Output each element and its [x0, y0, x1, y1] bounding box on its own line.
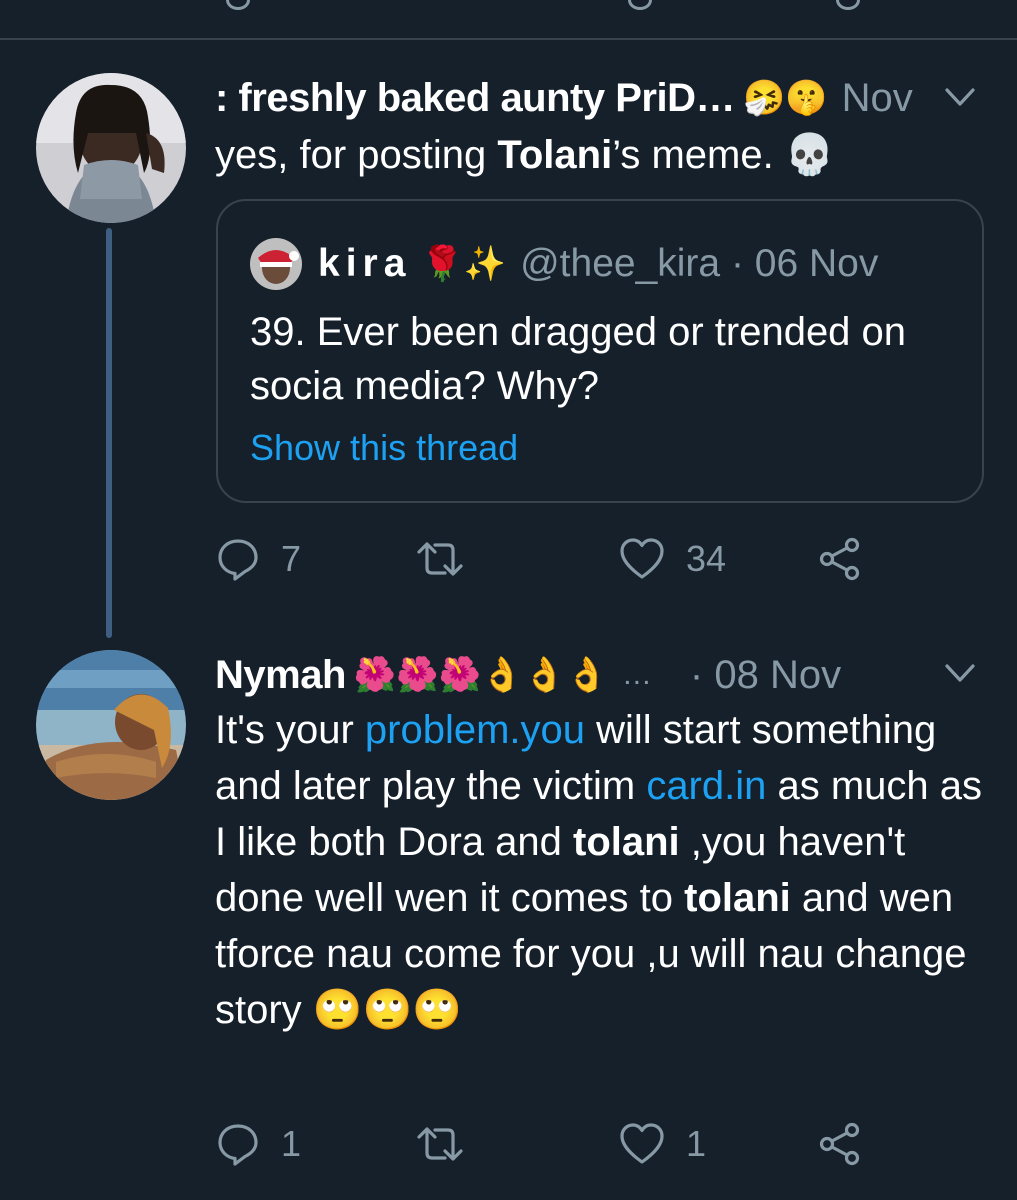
previous-tweet-actions — [0, 0, 1017, 38]
quoted-avatar — [250, 238, 302, 290]
like-button[interactable]: 34 — [618, 531, 726, 587]
like-button[interactable]: 1 — [618, 1116, 706, 1172]
retweet-button[interactable] — [413, 531, 487, 587]
text-bold-name: Tolani — [497, 133, 613, 177]
name-emojis: 🤧🤫 — [742, 79, 828, 117]
like-count: 34 — [686, 538, 727, 579]
name-emojis: 🌺🌺🌺👌👌👌 — [353, 656, 608, 694]
display-name[interactable]: : freshly baked aunty PriD… — [215, 76, 735, 121]
text-segment: yes, for posting — [215, 133, 498, 177]
avatar[interactable] — [36, 73, 186, 223]
share-icon[interactable] — [836, 0, 860, 10]
tweet-date[interactable]: · 08 Nov — [690, 653, 841, 698]
avatar[interactable] — [36, 650, 186, 800]
text-segment: ’s meme. 💀 — [612, 133, 835, 177]
tweet-text: It's your problem.you will start somethi… — [215, 702, 985, 1038]
quoted-tweet-header: kira 🌹✨ @thee_kira · 06 Nov — [250, 238, 878, 290]
tweet-divider — [0, 38, 1017, 40]
reply-button[interactable]: 7 — [215, 531, 301, 587]
reply-icon — [218, 539, 258, 581]
like-count: 1 — [686, 1123, 707, 1164]
share-button[interactable] — [817, 1116, 863, 1172]
display-name[interactable]: Nymah — [215, 653, 346, 698]
reply-count: 1 — [281, 1123, 302, 1164]
retweet-icon — [417, 1127, 463, 1161]
retweet-button[interactable] — [413, 1116, 487, 1172]
tweet-header: Nymah 🌺🌺🌺👌👌👌 … · 08 Nov — [215, 650, 841, 700]
text-link[interactable]: problem.you — [365, 708, 585, 752]
quoted-display-name[interactable]: kira — [318, 242, 411, 286]
tweet-actions: 1 1 — [215, 1116, 935, 1172]
text-link[interactable]: card.in — [646, 764, 766, 808]
heart-icon — [620, 538, 664, 579]
reply-count: 7 — [281, 538, 302, 579]
quoted-handle-date[interactable]: @thee_kira · 06 Nov — [520, 242, 878, 286]
heart-icon[interactable] — [628, 0, 652, 10]
tweet-header: : freshly baked aunty PriD… 🤧🤫 Nov — [215, 73, 913, 123]
name-truncation: … — [621, 658, 654, 691]
share-icon — [819, 537, 860, 581]
quoted-tweet-card[interactable]: kira 🌹✨ @thee_kira · 06 Nov 39. Ever bee… — [216, 199, 984, 503]
text-bold-name: tolani — [684, 876, 791, 920]
tweet-date[interactable]: Nov — [842, 76, 913, 121]
retweet-icon — [417, 542, 463, 576]
show-thread-link[interactable]: Show this thread — [250, 427, 518, 469]
quoted-tweet-text: 39. Ever been dragged or trended on soci… — [250, 310, 907, 408]
share-icon — [819, 1122, 860, 1166]
quoted-name-emojis: 🌹✨ — [421, 245, 507, 283]
reply-button[interactable]: 1 — [215, 1116, 301, 1172]
share-button[interactable] — [817, 531, 863, 587]
chevron-down-icon[interactable] — [943, 656, 977, 690]
text-segment: It's your — [215, 708, 365, 752]
heart-icon — [620, 1123, 664, 1164]
tweet-actions: 7 34 — [215, 531, 935, 587]
reply-icon — [218, 1124, 258, 1166]
reply-icon[interactable] — [226, 0, 250, 10]
thread-connector — [106, 228, 112, 638]
chevron-down-icon[interactable] — [943, 80, 977, 114]
tweet-text: yes, for posting Tolani’s meme. 💀 — [215, 127, 985, 183]
text-bold-name: tolani — [573, 820, 680, 864]
